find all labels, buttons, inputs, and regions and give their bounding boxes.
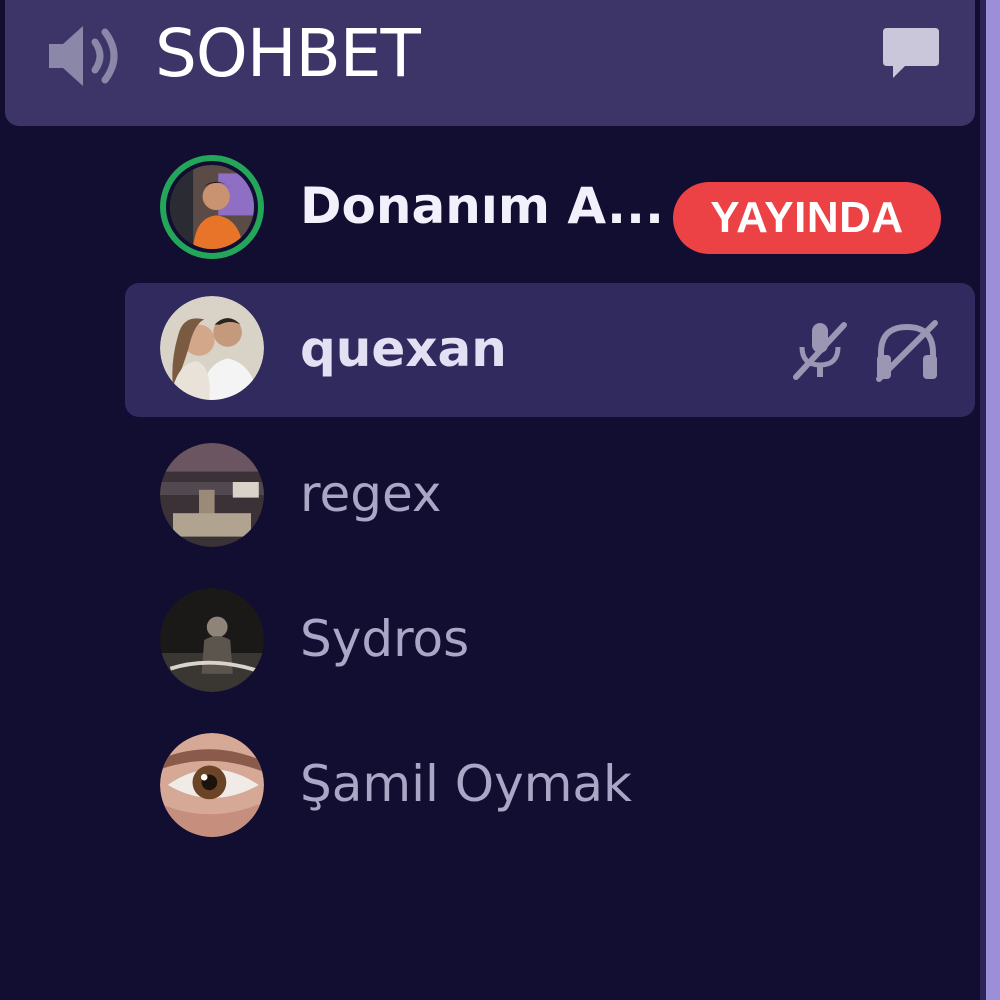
live-badge: YAYINDA [673,182,941,254]
voice-channel-panel: SOHBET Donanım A... YAYINDA quexan regex… [0,0,980,1000]
avatar-image [160,296,264,400]
voice-user-row[interactable]: Şamil Oymak [125,718,975,852]
chat-bubble-icon[interactable] [881,24,941,82]
avatar-image [160,733,264,837]
user-name: Sydros [300,610,470,668]
user-name: quexan [300,320,507,378]
avatar [160,733,264,837]
speaker-icon [49,26,118,86]
user-name: Donanım A... [300,177,665,235]
voice-user-row[interactable]: regex [125,428,975,562]
avatar-image [170,165,254,249]
avatar [160,155,264,259]
avatar [160,296,264,400]
panel-border [980,0,986,1000]
voice-user-row[interactable]: quexan [125,283,975,417]
avatar [160,443,264,547]
voice-user-row[interactable]: Sydros [125,573,975,707]
user-name: regex [300,465,442,523]
headphones-deafened-icon [876,320,938,382]
microphone-muted-icon [793,322,847,380]
avatar [160,588,264,692]
user-name: Şamil Oymak [300,755,633,813]
voice-user-row[interactable]: Donanım A... YAYINDA [125,140,975,274]
avatar-image [160,588,264,692]
channel-name: SOHBET [155,15,421,92]
avatar-image [160,443,264,547]
voice-channel-header[interactable]: SOHBET [5,0,975,126]
